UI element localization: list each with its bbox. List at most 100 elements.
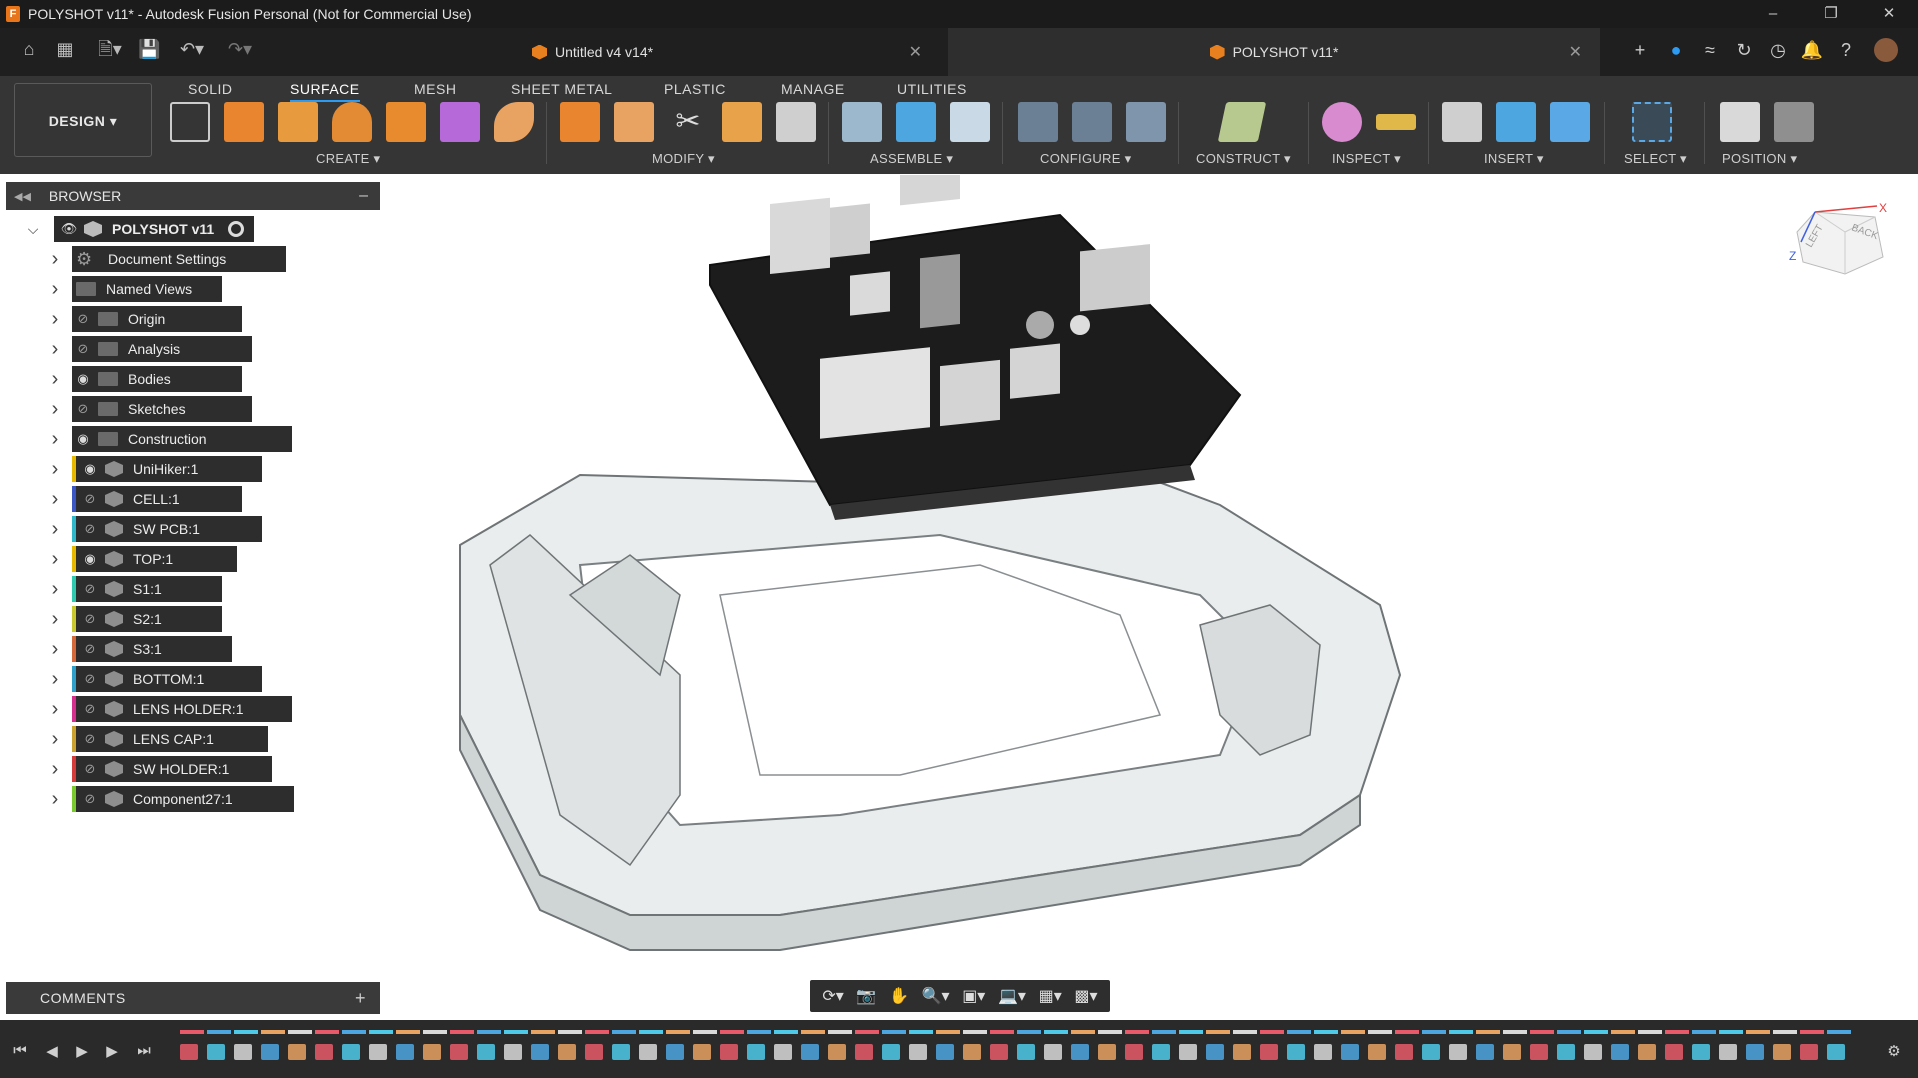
chevron-right-icon[interactable]: ›: [48, 608, 62, 631]
configure-table-icon[interactable]: [1072, 102, 1112, 142]
configure-design-icon[interactable]: [1018, 102, 1058, 142]
browser-item[interactable]: › ◉ Construction: [0, 426, 380, 452]
browser-item[interactable]: › ⊘ SW PCB:1: [0, 516, 380, 542]
configure-rule-icon[interactable]: [1126, 102, 1166, 142]
eye-hidden-icon[interactable]: ⊘: [79, 581, 101, 597]
close-icon[interactable]: ✕: [1860, 0, 1918, 28]
timeline-feature-icon[interactable]: [342, 1044, 360, 1060]
tab-solid[interactable]: SOLID: [188, 76, 233, 102]
save-icon[interactable]: 💾: [138, 38, 160, 60]
timeline-feature-icon[interactable]: [1638, 1044, 1656, 1060]
eye-hidden-icon[interactable]: ⊘: [79, 611, 101, 627]
chevron-right-icon[interactable]: ›: [48, 488, 62, 511]
timeline-feature-icon[interactable]: [1179, 1044, 1197, 1060]
stitch-icon[interactable]: [776, 102, 816, 142]
active-radio-icon[interactable]: [228, 221, 245, 237]
browser-item[interactable]: › ⊘ S1:1: [0, 576, 380, 602]
timeline-feature-icon[interactable]: [180, 1044, 198, 1060]
tab-close-icon[interactable]: ✕: [1569, 42, 1582, 62]
joint-icon[interactable]: [896, 102, 936, 142]
timeline-feature-icon[interactable]: [612, 1044, 630, 1060]
configure-menu[interactable]: CONFIGURE ▾: [1040, 151, 1131, 167]
timeline-feature-icon[interactable]: [693, 1044, 711, 1060]
redo-icon[interactable]: ↷▾: [222, 38, 258, 60]
timeline-feature-icon[interactable]: [720, 1044, 738, 1060]
chevron-right-icon[interactable]: ›: [48, 518, 62, 541]
timeline-feature-icon[interactable]: [1233, 1044, 1251, 1060]
chevron-down-icon[interactable]: ⌵: [26, 221, 40, 238]
display-settings-icon[interactable]: 💻▾: [998, 986, 1026, 1006]
timeline-feature-icon[interactable]: [1827, 1044, 1845, 1060]
avatar[interactable]: [1874, 38, 1898, 62]
timeline-feature-icon[interactable]: [666, 1044, 684, 1060]
timeline-feature-icon[interactable]: [747, 1044, 765, 1060]
job-status-icon[interactable]: ≈: [1698, 38, 1722, 62]
insert-image-icon[interactable]: [1550, 102, 1590, 142]
timeline-feature-icon[interactable]: [936, 1044, 954, 1060]
browser-item[interactable]: › ◉ TOP:1: [0, 546, 380, 572]
browser-item[interactable]: › ⊘ Origin: [0, 306, 380, 332]
eye-icon[interactable]: ◉: [79, 551, 101, 567]
timeline-feature-icon[interactable]: [1017, 1044, 1035, 1060]
timeline-feature-icon[interactable]: [1368, 1044, 1386, 1060]
split-icon[interactable]: ✂: [668, 102, 708, 142]
browser-item[interactable]: › ⊘ LENS HOLDER:1: [0, 696, 380, 722]
grid-settings-icon[interactable]: ▦▾: [1039, 986, 1062, 1006]
timeline-feature-icon[interactable]: [1449, 1044, 1467, 1060]
timeline-play-icon[interactable]: ▶: [72, 1042, 92, 1060]
assemble-menu[interactable]: ASSEMBLE ▾: [870, 151, 953, 167]
new-component-icon[interactable]: [842, 102, 882, 142]
fit-icon[interactable]: ▣▾: [962, 986, 985, 1006]
browser-item[interactable]: › ◉ UniHiker:1: [0, 456, 380, 482]
timeline-feature-icon[interactable]: [369, 1044, 387, 1060]
tab-plastic[interactable]: PLASTIC: [664, 76, 726, 102]
construct-menu[interactable]: CONSTRUCT ▾: [1196, 151, 1291, 167]
browser-item[interactable]: › Named Views: [0, 276, 380, 302]
select-menu[interactable]: SELECT ▾: [1624, 151, 1687, 167]
add-comment-icon[interactable]: +: [355, 988, 366, 1009]
timeline-feature-icon[interactable]: [1287, 1044, 1305, 1060]
browser-item[interactable]: › ⊘ CELL:1: [0, 486, 380, 512]
timeline-feature-icon[interactable]: [315, 1044, 333, 1060]
home-icon[interactable]: ⌂: [18, 38, 40, 60]
timeline-feature-icon[interactable]: [1044, 1044, 1062, 1060]
minimize-icon[interactable]: –: [1744, 0, 1802, 28]
tab-utilities[interactable]: UTILITIES: [897, 76, 967, 102]
browser-item[interactable]: › ⊘ LENS CAP:1: [0, 726, 380, 752]
timeline-feature-icon[interactable]: [423, 1044, 441, 1060]
insert-menu[interactable]: INSERT ▾: [1484, 151, 1544, 167]
extend-icon[interactable]: [722, 102, 762, 142]
chevron-right-icon[interactable]: ›: [48, 788, 62, 811]
extensions-icon[interactable]: ●: [1664, 38, 1688, 62]
tab-sheet-metal[interactable]: SHEET METAL: [511, 76, 612, 102]
zebra-analysis-icon[interactable]: [1322, 102, 1362, 142]
form-icon[interactable]: [440, 102, 480, 142]
browser-item[interactable]: › ⊘ Sketches: [0, 396, 380, 422]
eye-hidden-icon[interactable]: ⊘: [79, 671, 101, 687]
chevron-right-icon[interactable]: ›: [48, 308, 62, 331]
timeline-feature-icon[interactable]: [207, 1044, 225, 1060]
undo-icon[interactable]: ↶▾: [174, 38, 210, 60]
trim-icon[interactable]: [560, 102, 600, 142]
eye-hidden-icon[interactable]: ⊘: [79, 491, 101, 507]
timeline-feature-icon[interactable]: [1152, 1044, 1170, 1060]
eye-icon[interactable]: ◉: [72, 371, 94, 387]
eye-hidden-icon[interactable]: ⊘: [72, 341, 94, 357]
timeline-feature-icon[interactable]: [828, 1044, 846, 1060]
timeline-feature-icon[interactable]: [1341, 1044, 1359, 1060]
timeline-feature-icon[interactable]: [450, 1044, 468, 1060]
timeline-feature-icon[interactable]: [477, 1044, 495, 1060]
extrude-icon[interactable]: [224, 102, 264, 142]
timeline-feature-icon[interactable]: [1665, 1044, 1683, 1060]
orbit-icon[interactable]: ⟳▾: [822, 986, 843, 1006]
timeline-feature-icon[interactable]: [1071, 1044, 1089, 1060]
browser-root[interactable]: ⌵ 👁 POLYSHOT v11: [0, 216, 380, 242]
collapse-browser-icon[interactable]: ◀◀: [14, 190, 31, 203]
timeline-feature-icon[interactable]: [855, 1044, 873, 1060]
modify-menu[interactable]: MODIFY ▾: [652, 151, 715, 167]
timeline-feature-icon[interactable]: [1719, 1044, 1737, 1060]
timeline-feature-icon[interactable]: [396, 1044, 414, 1060]
insert-derive-icon[interactable]: [1442, 102, 1482, 142]
timeline-feature-icon[interactable]: [288, 1044, 306, 1060]
timeline-feature-icon[interactable]: [1314, 1044, 1332, 1060]
